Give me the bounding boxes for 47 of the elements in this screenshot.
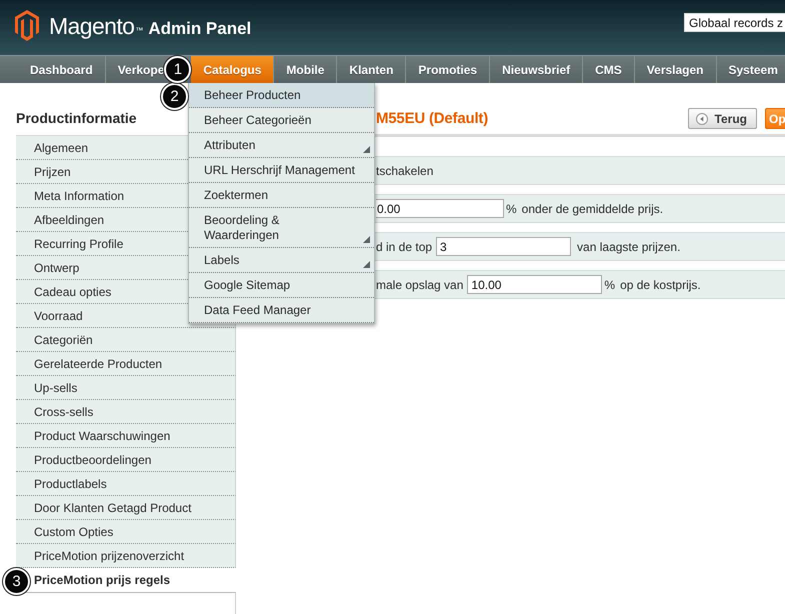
nav-tab[interactable]: CMS — [583, 56, 635, 83]
callout-badge: 3 — [3, 568, 30, 595]
callout-badge: 1 — [164, 56, 192, 83]
menu-item[interactable]: Google Sitemap — [189, 273, 374, 298]
sidebar-tab[interactable]: Productlabels — [16, 472, 236, 496]
back-button[interactable]: Terug — [688, 108, 757, 129]
sidebar-tab[interactable]: Door Klanten Getagd Product — [16, 496, 236, 520]
menu-item[interactable]: Beheer Categorieën — [189, 108, 374, 133]
field-suffix: onder de gemiddelde prijs. — [522, 202, 664, 216]
field-suffix: van laagste prijzen. — [577, 240, 680, 254]
nav-tab[interactable]: Systeem — [716, 56, 785, 83]
sidebar-tab[interactable]: Gerelateerde Producten — [16, 352, 236, 376]
menu-item[interactable]: Zoektermen — [189, 183, 374, 208]
nav-tab[interactable]: Verslagen — [634, 56, 716, 83]
unit-label: % — [506, 202, 517, 216]
input-field[interactable]: 3 — [436, 237, 572, 256]
sidebar-tab[interactable]: Product Waarschuwingen — [16, 424, 236, 448]
field-label: male opslag van — [376, 278, 464, 292]
back-icon — [696, 112, 708, 124]
menu-item[interactable]: Data Feed Manager — [189, 298, 374, 323]
sidebar-tab[interactable]: Categoriën — [16, 328, 236, 352]
menu-item[interactable]: Attributen — [189, 133, 374, 158]
sidebar-title: Productinformatie — [16, 109, 137, 127]
sidebar-tab[interactable]: Cross-sells — [16, 400, 236, 424]
page-title: M55EU (Default) — [376, 110, 490, 127]
nav-tab[interactable]: Verkope — [106, 56, 164, 83]
search-field[interactable]: Globaal records z — [684, 13, 785, 32]
logo-icon — [15, 10, 39, 41]
sidebar-tab[interactable]: Productbeoordelingen — [16, 448, 236, 472]
menu-item[interactable]: Beheer Producten — [189, 83, 374, 108]
field-label: d in de top — [376, 240, 432, 254]
callout-badge: 2 — [161, 83, 188, 110]
brand-subtitle: Admin Panel — [148, 18, 252, 40]
field-label: tschakelen — [376, 164, 434, 178]
menu-item[interactable]: Beoordeling & Waarderingen — [189, 208, 374, 248]
nav-tab[interactable]: Promoties — [406, 56, 490, 83]
nav-tab[interactable]: Nieuwsbrief — [490, 56, 584, 83]
input-field[interactable]: 0.00 — [376, 199, 504, 218]
unit-label: % — [604, 278, 616, 292]
menu-item[interactable]: Labels — [189, 248, 374, 273]
sidebar-tab[interactable]: Up-sells — [16, 376, 236, 400]
sidebar-tab[interactable]: Custom Opties — [16, 520, 236, 544]
input-field[interactable]: 10.00 — [467, 275, 602, 294]
nav-tab[interactable]: Dashboard — [18, 56, 106, 83]
sidebar-tab[interactable]: PriceMotion prijzenoverzicht — [16, 544, 236, 568]
menu-item[interactable]: URL Herschrijf Management — [189, 158, 374, 183]
field-suffix: op de kostprijs. — [620, 278, 701, 292]
